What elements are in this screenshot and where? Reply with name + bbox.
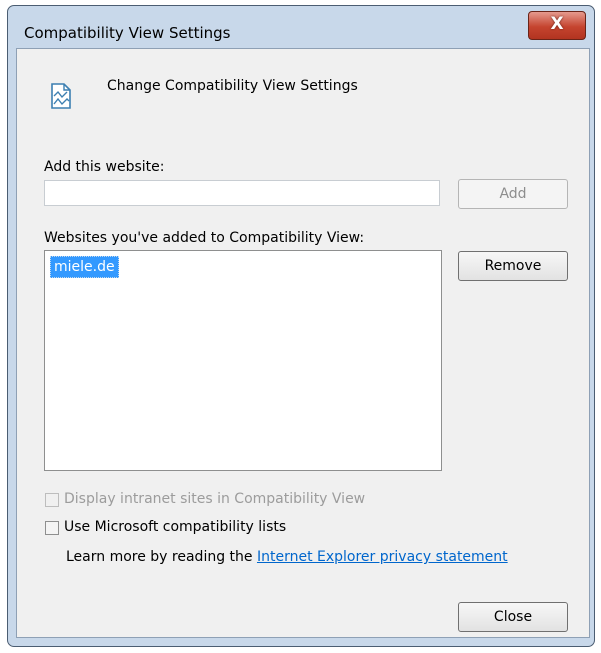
intranet-checkbox-label: Display intranet sites in Compatibility … xyxy=(64,491,366,507)
ms-lists-checkbox-label: Use Microsoft compatibility lists xyxy=(64,519,287,535)
intranet-checkbox[interactable] xyxy=(45,493,59,507)
privacy-statement-link[interactable]: Internet Explorer privacy statement xyxy=(257,549,508,565)
add-website-label: Add this website: xyxy=(44,159,165,175)
window-close-button[interactable]: X xyxy=(528,11,586,40)
ms-lists-checkbox[interactable] xyxy=(45,521,59,535)
list-item[interactable]: miele.de xyxy=(50,256,119,278)
compatibility-view-icon xyxy=(51,83,71,109)
add-button[interactable]: Add xyxy=(458,179,568,209)
remove-button[interactable]: Remove xyxy=(458,251,568,281)
websites-list[interactable]: miele.de xyxy=(44,250,442,471)
close-button[interactable]: Close xyxy=(458,602,568,632)
websites-list-label: Websites you've added to Compatibility V… xyxy=(44,230,365,246)
learn-more-prefix: Learn more by reading the xyxy=(66,549,257,565)
window-title: Compatibility View Settings xyxy=(24,24,231,42)
learn-more-text: Learn more by reading the Internet Explo… xyxy=(66,549,508,565)
header-text: Change Compatibility View Settings xyxy=(107,78,358,94)
add-website-input[interactable] xyxy=(44,180,440,206)
